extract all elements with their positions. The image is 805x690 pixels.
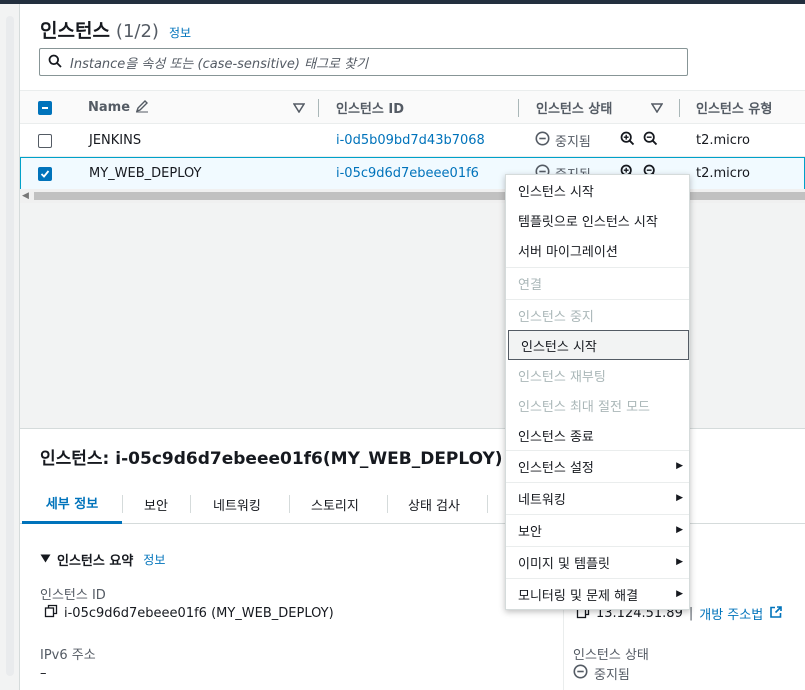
menu-item-start-instance[interactable]: 인스턴스 시작: [506, 175, 689, 205]
scrollbar-thumb[interactable]: [6, 16, 14, 676]
column-state-label: 인스턴스 상태: [536, 102, 613, 117]
menu-item-stop-instance: 인스턴스 중지: [518, 309, 594, 325]
column-type-label: 인스턴스 유형: [696, 102, 773, 117]
menu-item-server-migration[interactable]: 서버 마이그레이션: [506, 235, 689, 265]
menu-item-terminate-instance[interactable]: 인스턴스 종료: [506, 420, 689, 450]
column-name-label: Name: [88, 100, 131, 115]
instance-state-label: 중지됨: [555, 135, 591, 150]
search-icon: [48, 53, 62, 72]
column-separator[interactable]: [318, 99, 319, 117]
zoom-out-icon[interactable]: [643, 131, 658, 150]
menu-item-networking[interactable]: 네트워킹 ▶: [506, 483, 689, 513]
sort-down-icon[interactable]: [651, 91, 663, 124]
column-state[interactable]: 인스턴스 상태: [536, 91, 612, 124]
menu-item-monitor-troubleshoot[interactable]: 모니터링 및 문제 해결 ▶: [506, 579, 689, 609]
instance-id-text: i-05c9d6d7ebeee01f6 (MY_WEB_DEPLOY): [64, 605, 334, 621]
pencil-icon: [135, 99, 149, 117]
info-link[interactable]: 정보: [143, 551, 165, 568]
instance-state: 중지됨: [535, 124, 591, 157]
state-value: 중지됨: [573, 664, 630, 683]
select-all-checkbox[interactable]: [38, 91, 52, 124]
zoom-in-icon[interactable]: [620, 131, 635, 150]
instance-type: t2.micro: [696, 166, 750, 181]
column-separator[interactable]: [679, 99, 680, 117]
info-link[interactable]: 정보: [169, 24, 191, 41]
menu-item-start-instance-highlighted[interactable]: 인스턴스 시작: [508, 330, 689, 360]
column-name[interactable]: Name: [88, 91, 149, 124]
search-placeholder: Instance을 속성 또는 (case-sensitive) 태그로 찾기: [70, 56, 369, 72]
external-link-icon[interactable]: [769, 605, 783, 623]
menu-item-label: 네트워킹: [518, 492, 566, 508]
instance-id-link[interactable]: i-05c9d6d7ebeee01f6: [336, 158, 479, 189]
tab-status-checks[interactable]: 상태 검사: [408, 484, 460, 524]
scroll-left-icon[interactable]: ◀: [22, 191, 29, 201]
menu-item-security[interactable]: 보안 ▶: [506, 515, 689, 545]
tab-separator: [289, 495, 290, 513]
row-checkbox[interactable]: [38, 133, 52, 148]
caret-right-icon: ▶: [676, 589, 683, 599]
summary-title: 인스턴스 요약: [57, 554, 134, 569]
state-label: 인스턴스 상태: [573, 648, 649, 663]
tab-security[interactable]: 보안: [144, 484, 168, 524]
instances-header: 인스턴스 (1/2) 정보: [40, 16, 191, 43]
tab-separator: [190, 495, 191, 513]
column-instance-id-label: 인스턴스 ID: [336, 102, 404, 117]
tab-separator: [387, 495, 388, 513]
page-title: 인스턴스: [40, 20, 110, 42]
instance-id-link[interactable]: i-0d5b09bd7d43b7068: [336, 124, 485, 157]
tab-networking[interactable]: 네트워킹: [213, 484, 261, 524]
menu-item-instance-settings[interactable]: 인스턴스 설정 ▶: [506, 451, 689, 481]
row-checkbox-checked[interactable]: [38, 166, 52, 181]
ipv6-value: –: [40, 666, 47, 681]
caret-right-icon: ▶: [676, 557, 683, 567]
column-separator[interactable]: [518, 99, 519, 117]
menu-item-label: 모니터링 및 문제 해결: [518, 588, 639, 604]
left-scrollbar[interactable]: [0, 4, 20, 690]
state-value-text: 중지됨: [594, 668, 630, 683]
menu-item-image-templates[interactable]: 이미지 및 템플릿 ▶: [506, 547, 689, 577]
instance-id-label: 인스턴스 ID: [40, 588, 106, 603]
tab-separator: [487, 495, 488, 513]
menu-item-label: 인스턴스 설정: [518, 460, 594, 476]
tab-storage[interactable]: 스토리지: [311, 484, 359, 524]
tab-details[interactable]: 세부 정보: [22, 484, 122, 524]
table-row[interactable]: JENKINS i-0d5b09bd7d43b7068 중지됨 t2.micro: [20, 124, 805, 157]
ipv6-label: IPv6 주소: [40, 648, 96, 663]
triangle-down-icon[interactable]: [40, 552, 51, 567]
selection-count: (1/2): [115, 21, 159, 42]
search-input[interactable]: Instance을 속성 또는 (case-sensitive) 태그로 찾기: [39, 48, 688, 76]
open-address-link[interactable]: 개방 주소법: [699, 604, 763, 623]
column-instance-id[interactable]: 인스턴스 ID: [336, 91, 404, 124]
menu-item-connect: 연결: [518, 277, 542, 293]
stopped-icon: [573, 664, 588, 683]
instance-type: t2.micro: [696, 133, 750, 148]
checkbox-indeterminate-icon[interactable]: [38, 100, 52, 115]
instance-state-context-menu: 인스턴스 시작 템플릿으로 인스턴스 시작 서버 마이그레이션 연결 인스턴스 …: [505, 174, 690, 610]
menu-item-hibernate-instance: 인스턴스 최대 절전 모드: [518, 399, 650, 415]
caret-right-icon: ▶: [676, 493, 683, 503]
instance-name: MY_WEB_DEPLOY: [89, 166, 202, 181]
menu-item-reboot-instance: 인스턴스 재부팅: [518, 369, 606, 385]
menu-item-label: 이미지 및 템플릿: [518, 556, 610, 572]
instance-name: JENKINS: [89, 133, 142, 148]
tab-separator: [122, 495, 123, 513]
menu-item-label: 보안: [518, 524, 542, 540]
menu-item-launch-from-template[interactable]: 템플릿으로 인스턴스 시작: [506, 205, 689, 235]
copy-icon[interactable]: [44, 604, 58, 622]
sort-down-icon[interactable]: [293, 91, 305, 124]
stopped-icon: [535, 131, 550, 150]
column-type[interactable]: 인스턴스 유형: [696, 91, 772, 124]
caret-right-icon: ▶: [676, 461, 683, 471]
caret-right-icon: ▶: [676, 525, 683, 535]
details-title: 인스턴스: i-05c9d6d7ebeee01f6(MY_WEB_DEPLOY): [40, 449, 503, 469]
instance-id-value: i-05c9d6d7ebeee01f6 (MY_WEB_DEPLOY): [44, 604, 334, 622]
summary-header[interactable]: 인스턴스 요약 정보: [40, 550, 165, 569]
table-header: Name 인스턴스 ID 인스턴스 상태 인스턴스 유형: [20, 90, 805, 124]
